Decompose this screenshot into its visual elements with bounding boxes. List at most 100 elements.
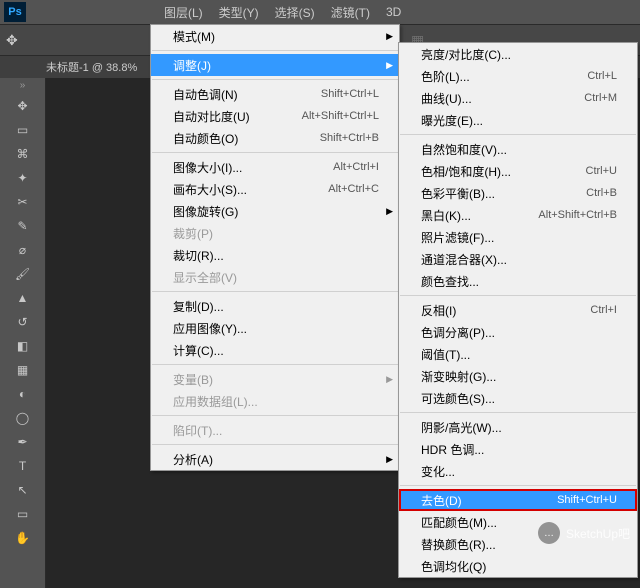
adjustments-menu-item[interactable]: 阴影/高光(W)... <box>399 416 637 438</box>
adjustments-menu-item[interactable]: 曲线(U)...Ctrl+M <box>399 87 637 109</box>
wand-tool[interactable]: ✦ <box>13 168 33 188</box>
menu-item-label: 照片滤镜(F)... <box>421 229 494 246</box>
type-tool[interactable]: T <box>13 456 33 476</box>
collapse-icon[interactable]: » <box>3 80 43 92</box>
watermark-label: SketchUp吧 <box>566 525 630 542</box>
image-menu-item: 变量(B)▶ <box>151 368 399 390</box>
dodge-tool[interactable]: ◯ <box>13 408 33 428</box>
adjustments-menu-item[interactable]: 变化... <box>399 460 637 482</box>
menu-separator <box>152 291 398 292</box>
image-menu-item[interactable]: 计算(C)... <box>151 339 399 361</box>
menu-item-label: 阴影/高光(W)... <box>421 419 502 436</box>
adjustments-menu-item[interactable]: 色调分离(P)... <box>399 321 637 343</box>
history-brush-tool[interactable]: ↺ <box>13 312 33 332</box>
image-menu-item[interactable]: 模式(M)▶ <box>151 25 399 47</box>
adjustments-menu-item[interactable]: 照片滤镜(F)... <box>399 226 637 248</box>
menu-item-label: 复制(D)... <box>173 298 224 315</box>
submenu-arrow-icon: ▶ <box>386 206 393 217</box>
image-menu-item: 应用数据组(L)... <box>151 390 399 412</box>
shape-tool[interactable]: ▭ <box>13 504 33 524</box>
menu-item-shortcut: Ctrl+U <box>586 165 617 177</box>
menu-item-label: 调整(J) <box>173 57 211 74</box>
menubar-item-3d[interactable]: 3D <box>378 1 409 23</box>
adjustments-menu-item[interactable]: 色相/饱和度(H)...Ctrl+U <box>399 160 637 182</box>
adjustments-menu-item[interactable]: 色调均化(Q) <box>399 555 637 577</box>
marquee-tool[interactable]: ▭ <box>13 120 33 140</box>
image-menu-item[interactable]: 分析(A)▶ <box>151 448 399 470</box>
menu-item-shortcut: Shift+Ctrl+L <box>321 88 379 100</box>
adjustments-menu-item[interactable]: 去色(D) Shift+Ctrl+U <box>399 489 637 511</box>
image-menu-item[interactable]: 调整(J)▶ <box>151 54 399 76</box>
adjustments-menu-item[interactable]: 通道混合器(X)... <box>399 248 637 270</box>
menu-item-shortcut: Alt+Ctrl+C <box>328 183 379 195</box>
eraser-tool[interactable]: ◧ <box>13 336 33 356</box>
menu-item-shortcut: Alt+Shift+Ctrl+B <box>538 209 617 221</box>
move-tool[interactable]: ✥ <box>13 96 33 116</box>
menu-item-label: 通道混合器(X)... <box>421 251 507 268</box>
adjustments-menu-item[interactable]: 可选颜色(S)... <box>399 387 637 409</box>
image-menu-item[interactable]: 图像旋转(G) ▶ <box>151 200 399 222</box>
menu-item-label: 自然饱和度(V)... <box>421 141 507 158</box>
adjustments-menu-item[interactable]: 曝光度(E)... <box>399 109 637 131</box>
menu-item-label: 匹配颜色(M)... <box>421 514 497 531</box>
menu-separator <box>152 444 398 445</box>
menubar: Ps 图层(L) 类型(Y) 选择(S) 滤镜(T) 3D <box>0 0 640 24</box>
menu-item-label: 阈值(T)... <box>421 346 470 363</box>
menu-item-label: 裁剪(P) <box>173 225 213 242</box>
image-menu-item[interactable]: 图像大小(I)...Alt+Ctrl+I <box>151 156 399 178</box>
chat-icon: … <box>538 522 560 544</box>
lasso-tool[interactable]: ⌘ <box>13 144 33 164</box>
adjustments-menu-item[interactable]: 色阶(L)...Ctrl+L <box>399 65 637 87</box>
tools-panel: » ✥ ▭ ⌘ ✦ ✂ ✎ ⌀ 🖌 ▲ ↺ ◧ ▦ ◐ ◯ ✒ T ↖ ▭ ✋ <box>0 78 46 588</box>
menu-item-label: 应用数据组(L)... <box>173 393 258 410</box>
image-menu-item[interactable]: 应用图像(Y)... <box>151 317 399 339</box>
adjustments-menu-item[interactable]: 反相(I) Ctrl+I <box>399 299 637 321</box>
crop-tool[interactable]: ✂ <box>13 192 33 212</box>
menubar-item-layer[interactable]: 图层(L) <box>156 0 211 25</box>
menu-item-shortcut: Ctrl+I <box>590 304 617 316</box>
image-menu-item: 显示全部(V) <box>151 266 399 288</box>
menubar-item-filter[interactable]: 滤镜(T) <box>323 0 378 25</box>
menubar-item-select[interactable]: 选择(S) <box>267 0 323 25</box>
eyedropper-tool[interactable]: ✎ <box>13 216 33 236</box>
menu-item-label: 变化... <box>421 463 455 480</box>
path-tool[interactable]: ↖ <box>13 480 33 500</box>
adjustments-menu-item[interactable]: 自然饱和度(V)... <box>399 138 637 160</box>
hand-tool[interactable]: ✋ <box>13 528 33 548</box>
adjustments-menu-item[interactable]: 阈值(T)... <box>399 343 637 365</box>
blur-tool[interactable]: ◐ <box>13 384 33 404</box>
brush-tool[interactable]: 🖌 <box>13 264 33 284</box>
menu-separator <box>400 295 636 296</box>
menu-item-label: 替换颜色(R)... <box>421 536 496 553</box>
menubar-item-type[interactable]: 类型(Y) <box>211 0 267 25</box>
adjustments-menu-item[interactable]: 颜色查找... <box>399 270 637 292</box>
menu-item-label: 颜色查找... <box>421 273 479 290</box>
menu-item-label: 曝光度(E)... <box>421 112 483 129</box>
image-menu-item[interactable]: 自动色调(N)Shift+Ctrl+L <box>151 83 399 105</box>
gradient-tool[interactable]: ▦ <box>13 360 33 380</box>
adjustments-menu-item[interactable]: HDR 色调... <box>399 438 637 460</box>
healing-tool[interactable]: ⌀ <box>13 240 33 260</box>
menu-item-label: 图像旋转(G) <box>173 203 238 220</box>
pen-tool[interactable]: ✒ <box>13 432 33 452</box>
menu-item-shortcut: Shift+Ctrl+U <box>557 494 617 506</box>
image-menu-item[interactable]: 裁切(R)... <box>151 244 399 266</box>
menu-separator <box>152 152 398 153</box>
menu-item-label: 反相(I) <box>421 302 456 319</box>
menu-item-label: 色阶(L)... <box>421 68 470 85</box>
menu-item-label: 去色(D) <box>421 492 462 509</box>
image-menu: 模式(M)▶调整(J)▶自动色调(N)Shift+Ctrl+L自动对比度(U)A… <box>150 24 400 471</box>
adjustments-menu-item[interactable]: 色彩平衡(B)...Ctrl+B <box>399 182 637 204</box>
image-menu-item[interactable]: 画布大小(S)...Alt+Ctrl+C <box>151 178 399 200</box>
image-menu-item[interactable]: 自动颜色(O)Shift+Ctrl+B <box>151 127 399 149</box>
submenu-arrow-icon: ▶ <box>386 374 393 385</box>
menu-separator <box>152 79 398 80</box>
adjustments-menu-item[interactable]: 渐变映射(G)... <box>399 365 637 387</box>
image-menu-item[interactable]: 复制(D)... <box>151 295 399 317</box>
adjustments-menu-item[interactable]: 黑白(K)...Alt+Shift+Ctrl+B <box>399 204 637 226</box>
menu-separator <box>400 485 636 486</box>
menu-item-label: 计算(C)... <box>173 342 224 359</box>
stamp-tool[interactable]: ▲ <box>13 288 33 308</box>
adjustments-menu-item[interactable]: 亮度/对比度(C)... <box>399 43 637 65</box>
image-menu-item[interactable]: 自动对比度(U)Alt+Shift+Ctrl+L <box>151 105 399 127</box>
